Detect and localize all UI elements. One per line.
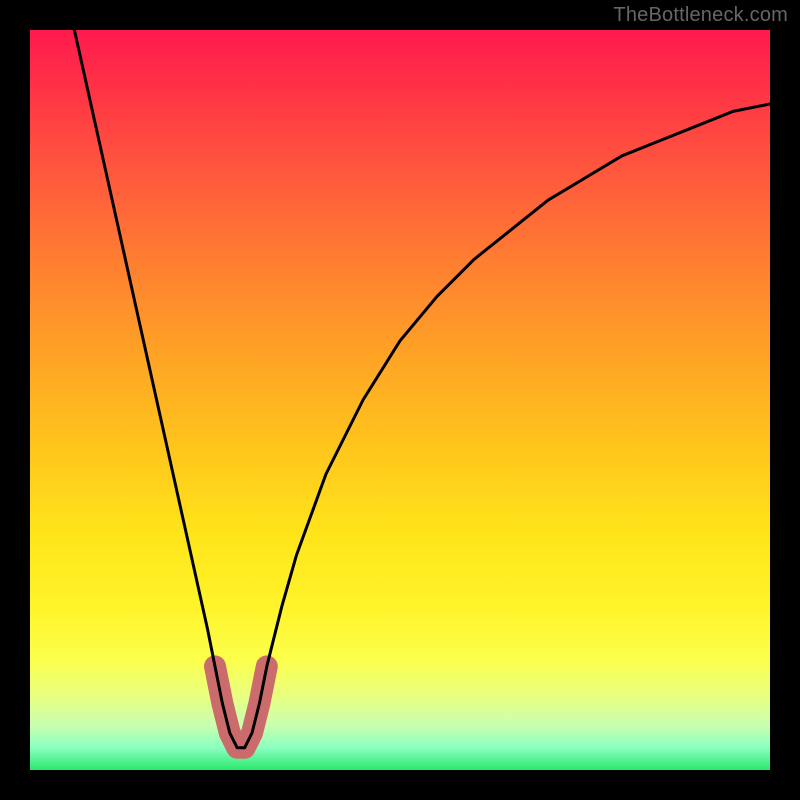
bottleneck-curve-path xyxy=(74,30,770,748)
bottleneck-curve-svg xyxy=(30,30,770,770)
plot-area xyxy=(30,30,770,770)
watermark-text: TheBottleneck.com xyxy=(613,4,788,27)
chart-frame: TheBottleneck.com xyxy=(0,0,800,800)
